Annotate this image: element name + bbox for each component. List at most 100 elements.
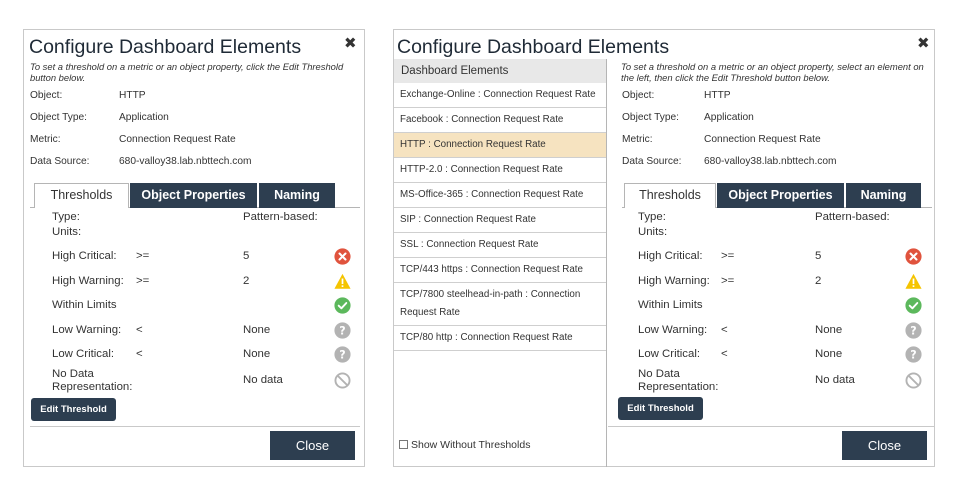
threshold-label: Low Critical: — [52, 348, 115, 360]
threshold-label: High Critical: — [638, 250, 703, 262]
threshold-row-low-critical: Low Critical: < None ? — [638, 346, 928, 364]
threshold-value: 2 — [815, 275, 822, 287]
threshold-operator: >= — [136, 275, 150, 287]
threshold-value: None — [243, 348, 271, 360]
elements-list-header: Dashboard Elements — [394, 59, 606, 83]
threshold-label: High Warning: — [638, 275, 710, 287]
list-item[interactable]: Exchange-Online : Connection Request Rat… — [394, 83, 606, 108]
threshold-row-no-data: No Data Representation: No data — [52, 367, 356, 395]
critical-x-icon — [334, 248, 351, 265]
threshold-operator: < — [721, 324, 728, 336]
svg-text:?: ? — [910, 348, 916, 361]
tab-object-properties[interactable]: Object Properties — [717, 183, 844, 208]
units-label: Units: — [52, 226, 82, 238]
info-value: 680-valloy38.lab.nbttech.com — [704, 156, 837, 167]
ok-check-icon — [334, 297, 351, 314]
pattern-based-label: Pattern-based: — [815, 211, 890, 223]
list-item[interactable]: SIP : Connection Request Rate — [394, 208, 606, 233]
threshold-value: 2 — [243, 275, 250, 287]
checkbox-label: Show Without Thresholds — [411, 439, 531, 451]
question-icon: ? — [334, 346, 351, 363]
question-icon: ? — [905, 322, 922, 339]
list-item[interactable]: TCP/443 https : Connection Request Rate — [394, 258, 606, 283]
type-label: Type: — [52, 211, 80, 223]
threshold-operator: < — [136, 348, 143, 360]
threshold-value: None — [815, 324, 843, 336]
close-icon[interactable]: ✖ — [344, 36, 357, 52]
tab-naming[interactable]: Naming — [259, 183, 335, 208]
threshold-label: Within Limits — [52, 299, 117, 311]
warning-triangle-icon — [334, 273, 351, 289]
tab-thresholds[interactable]: Thresholds — [624, 183, 716, 208]
threshold-operator: < — [721, 348, 728, 360]
threshold-operator: >= — [721, 250, 735, 262]
thresholds-panel: Type: Pattern-based: Units: High Critica… — [52, 211, 356, 401]
threshold-row-high-warning: High Warning: >= 2 — [52, 273, 356, 291]
info-key: Object: — [622, 90, 655, 101]
info-value: Application — [704, 112, 754, 123]
svg-text:?: ? — [910, 324, 916, 337]
intro-text: To set a threshold on a metric or an obj… — [30, 61, 344, 83]
threshold-label: Within Limits — [638, 299, 703, 311]
close-button[interactable]: Close — [842, 431, 927, 460]
critical-x-icon — [905, 248, 922, 265]
dialog-title: Configure Dashboard Elements — [397, 36, 670, 58]
close-button[interactable]: Close — [270, 431, 355, 460]
list-item[interactable]: HTTP-2.0 : Connection Request Rate — [394, 158, 606, 183]
threshold-label: Low Critical: — [638, 348, 701, 360]
tab-thresholds[interactable]: Thresholds — [34, 183, 129, 208]
edit-threshold-button[interactable]: Edit Threshold — [618, 397, 703, 420]
show-without-thresholds-checkbox[interactable]: Show Without Thresholds — [399, 439, 530, 451]
info-key: Data Source: — [30, 156, 90, 167]
threshold-label: Low Warning: — [638, 324, 708, 336]
ok-check-icon — [905, 297, 922, 314]
tab-bar: Thresholds Object Properties Naming — [624, 183, 924, 208]
list-item[interactable]: MS-Office-365 : Connection Request Rate — [394, 183, 606, 208]
threshold-value: None — [815, 348, 843, 360]
threshold-row-within-limits: Within Limits — [52, 297, 356, 315]
pattern-based-label: Pattern-based: — [243, 211, 318, 223]
warning-triangle-icon — [905, 273, 922, 289]
threshold-operator: < — [136, 324, 143, 336]
threshold-row-low-warning: Low Warning: < None ? — [638, 322, 928, 340]
threshold-row-low-warning: Low Warning: < None ? — [52, 322, 356, 340]
list-item[interactable]: TCP/7800 steelhead-in-path : Connection … — [394, 283, 606, 326]
thresholds-panel: Type: Pattern-based: Units: High Critica… — [638, 211, 928, 401]
units-label: Units: — [638, 226, 668, 238]
list-item-selected[interactable]: HTTP : Connection Request Rate — [394, 133, 606, 158]
info-value: 680-valloy38.lab.nbttech.com — [119, 156, 252, 167]
edit-threshold-button[interactable]: Edit Threshold — [31, 398, 116, 421]
threshold-label: High Critical: — [52, 250, 117, 262]
info-value: HTTP — [119, 90, 146, 101]
list-item[interactable]: TCP/80 http : Connection Request Rate — [394, 326, 606, 351]
info-value: Connection Request Rate — [704, 134, 821, 145]
intro-text: To set a threshold on a metric or an obj… — [621, 61, 924, 83]
threshold-operator: >= — [136, 250, 150, 262]
close-icon[interactable]: ✖ — [917, 36, 930, 52]
footer-divider — [30, 426, 360, 427]
info-key: Object: — [30, 90, 63, 101]
list-item[interactable]: SSL : Connection Request Rate — [394, 233, 606, 258]
threshold-row-no-data: No Data Representation: No data — [638, 367, 928, 395]
tab-naming[interactable]: Naming — [846, 183, 921, 208]
list-item[interactable]: Facebook : Connection Request Rate — [394, 108, 606, 133]
threshold-value: None — [243, 324, 271, 336]
threshold-row-high-critical: High Critical: >= 5 — [52, 248, 356, 266]
threshold-row-high-critical: High Critical: >= 5 — [638, 248, 928, 266]
info-value: HTTP — [704, 90, 731, 101]
question-icon: ? — [334, 322, 351, 339]
threshold-row-high-warning: High Warning: >= 2 — [638, 273, 928, 291]
tab-object-properties[interactable]: Object Properties — [130, 183, 257, 208]
threshold-row-low-critical: Low Critical: < None ? — [52, 346, 356, 364]
threshold-row-within-limits: Within Limits — [638, 297, 928, 315]
threshold-value: No data — [243, 374, 283, 386]
svg-text:?: ? — [339, 324, 345, 337]
info-value: Application — [119, 112, 169, 123]
checkbox-box[interactable] — [399, 440, 408, 449]
no-data-icon — [334, 372, 351, 389]
info-value: Connection Request Rate — [119, 134, 236, 145]
tab-bar: Thresholds Object Properties Naming — [34, 183, 354, 208]
threshold-operator: >= — [721, 275, 735, 287]
threshold-label: Low Warning: — [52, 324, 122, 336]
threshold-value: 5 — [243, 250, 250, 262]
